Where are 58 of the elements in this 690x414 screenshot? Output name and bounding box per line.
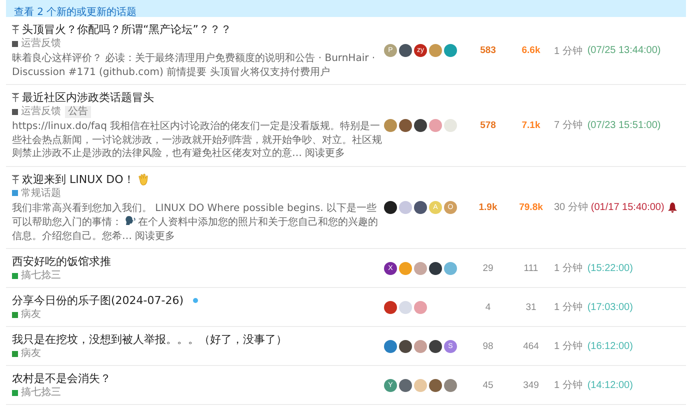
read-more-link[interactable]: 阅读更多	[305, 148, 346, 159]
topic-excerpt: 我们非常高兴看到您加入我们。 LINUX DO Where possible begins. 以下是一些可以帮助您入门的事情： 在个人资料中添加您的照片和关于您自己和您的兴趣的信息。介绍您自己。您希… 阅读更多	[12, 202, 379, 243]
topic-title[interactable]: 分享今日份的乐子图(2024-07-26)	[12, 293, 184, 308]
activity-date: (07/25 13:44:00)	[587, 45, 661, 56]
view-count: 6.6k	[520, 45, 542, 56]
avatar[interactable]	[414, 118, 427, 132]
topic-title[interactable]: 西安好吃的饭馆求推	[12, 254, 111, 269]
reply-count: 583	[479, 45, 497, 56]
topic-title[interactable]: 头顶冒火？你配吗？所谓“黑产论坛”？？？	[22, 22, 232, 37]
avatar[interactable]	[399, 340, 412, 352]
view-count: 79.8k	[518, 202, 544, 213]
activity-age: 1 分钟	[554, 378, 582, 392]
activity-age: 1 分钟	[554, 262, 582, 275]
activity-date: (07/23 15:51:00)	[587, 120, 661, 131]
view-count: 349	[522, 380, 540, 390]
category-link[interactable]: 搞七捻三	[12, 386, 61, 399]
reply-count: 578	[479, 120, 497, 131]
topic-title[interactable]: 最近社区内涉政类话题冒头	[22, 90, 154, 105]
reply-count: 4	[484, 302, 492, 312]
reply-count: 29	[482, 262, 494, 274]
category-link[interactable]: 运营反馈	[12, 105, 61, 118]
category-link[interactable]: 常规话题	[12, 186, 61, 200]
avatar[interactable]	[414, 200, 427, 214]
view-count: 7.1k	[520, 120, 542, 131]
activity-date: (16:12:00)	[587, 340, 633, 352]
view-count: 31	[524, 302, 538, 312]
activity-date: (15:22:00)	[587, 262, 633, 274]
reply-count: 45	[482, 380, 494, 390]
category-link[interactable]: 病友	[12, 308, 41, 321]
topic-excerpt: https://linux.do/faq 我相信在社区内讨论政治的佬友们一定是没看版规。特别是一些社会热点新闻，一讨论就涉政，一涉政就开始列阵营，就开始争吵、对立。社区规则禁止涉政不止是涉政的法律风险，也有避免社区佬友对立的意… 阅读更多	[12, 120, 383, 160]
read-more-link[interactable]: 阅读更多	[135, 230, 176, 242]
view-count: 464	[522, 340, 540, 352]
topic-title[interactable]: 我只是在挖坟，没想到被人举报。。。（好了，没事了）	[12, 332, 287, 347]
category-link[interactable]: 病友	[12, 347, 41, 360]
topic-title[interactable]: 农村是不是会消失？	[12, 371, 111, 386]
activity-age: 7 分钟	[554, 118, 582, 132]
activity-age: 1 分钟	[554, 340, 582, 353]
avatar[interactable]	[429, 340, 442, 352]
view-count: 111	[522, 262, 540, 274]
avatar[interactable]	[384, 200, 397, 214]
tag[interactable]: 公告	[65, 106, 91, 118]
category-link[interactable]: 运营反馈	[12, 37, 61, 50]
activity-date: (17:03:00)	[587, 302, 633, 312]
avatar[interactable]	[399, 44, 412, 57]
new-topics-link[interactable]: 查看 2 个新的或更新的话题	[14, 7, 137, 19]
reply-count: 1.9k	[478, 202, 498, 213]
speaking-head-icon	[124, 215, 136, 226]
topic-title[interactable]: 欢迎来到 LINUX DO！	[22, 172, 134, 186]
reply-count: 98	[482, 340, 494, 352]
activity-date: (14:12:00)	[587, 380, 633, 390]
avatar[interactable]	[399, 118, 412, 132]
activity-age: 1 分钟	[554, 300, 582, 314]
activity-date: (01/17 15:40:00)	[590, 202, 664, 213]
activity-age: 30 分钟	[554, 200, 588, 214]
category-link[interactable]: 搞七捻三	[12, 269, 61, 282]
avatar[interactable]	[429, 262, 442, 274]
activity-age: 1 分钟	[554, 44, 582, 58]
topic-excerpt: 昧着良心这样评价？ 必读：关于最终清理用户免费额度的说明和公告 · BurnHair · Discussion #171 (github.com) 前情提要 头顶冒火将仅支持付费用户	[12, 52, 376, 79]
